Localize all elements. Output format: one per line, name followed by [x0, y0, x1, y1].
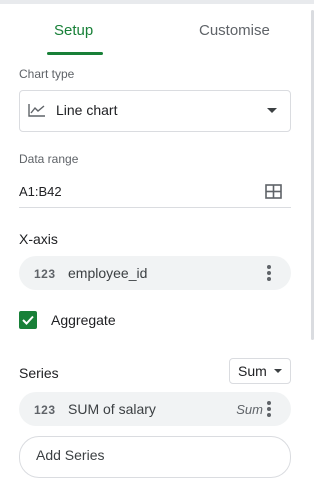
- series-chip-aggregate: Sum: [236, 402, 263, 417]
- chart-type-label: Chart type: [19, 67, 75, 81]
- add-series-label: Add Series: [36, 447, 105, 463]
- aggregate-label: Aggregate: [51, 312, 116, 328]
- top-divider: [0, 0, 314, 4]
- more-options-icon[interactable]: [266, 401, 272, 419]
- chart-type-dropdown[interactable]: Line chart: [19, 90, 291, 132]
- chevron-down-icon: [267, 108, 277, 113]
- grid-select-icon[interactable]: [265, 184, 282, 199]
- line-chart-icon: [28, 104, 45, 117]
- chevron-down-icon: [274, 369, 282, 373]
- data-range-input[interactable]: A1:B42: [19, 184, 62, 199]
- data-range-underline: [19, 207, 291, 208]
- x-axis-title: X-axis: [19, 231, 58, 247]
- x-axis-chip[interactable]: 123 employee_id: [19, 256, 291, 290]
- series-aggregate-select[interactable]: Sum: [229, 358, 291, 384]
- tab-customise[interactable]: Customise: [199, 22, 270, 39]
- active-tab-indicator: [47, 52, 103, 55]
- tab-setup[interactable]: Setup: [54, 22, 93, 39]
- more-options-icon[interactable]: [266, 265, 272, 283]
- series-aggregate-value: Sum: [238, 363, 267, 379]
- scrollbar[interactable]: [311, 10, 314, 340]
- aggregate-checkbox[interactable]: [19, 311, 37, 329]
- chart-editor-panel: Setup Customise Chart type Line chart Da…: [0, 0, 314, 478]
- chart-type-value: Line chart: [56, 102, 118, 118]
- add-series-button[interactable]: Add Series: [19, 436, 291, 478]
- series-chip-label: SUM of salary: [68, 401, 156, 417]
- checkmark-icon: [22, 315, 34, 325]
- series-chip[interactable]: 123 SUM of salary Sum: [19, 392, 291, 426]
- number-type-icon: 123: [34, 403, 56, 417]
- series-title: Series: [19, 365, 59, 381]
- number-type-icon: 123: [34, 267, 56, 281]
- data-range-label: Data range: [19, 152, 79, 166]
- editor-tabs: Setup Customise: [0, 10, 310, 55]
- x-axis-chip-label: employee_id: [68, 265, 148, 281]
